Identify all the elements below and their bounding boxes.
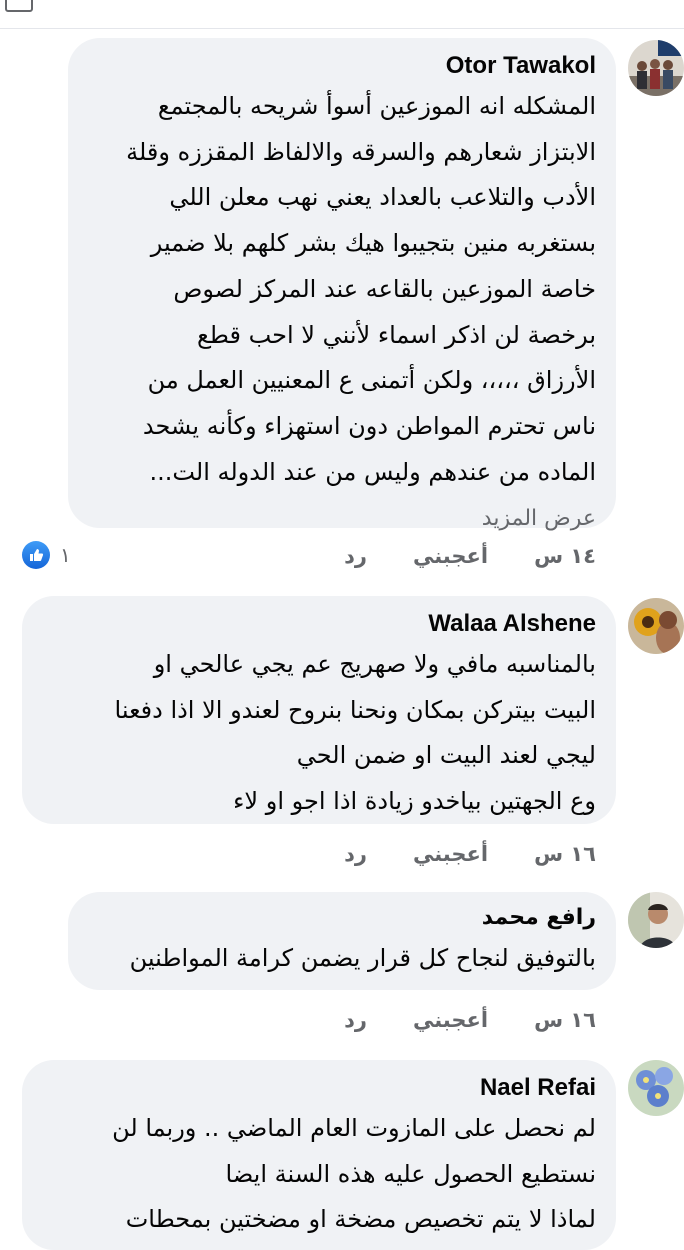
square-icon[interactable] xyxy=(5,0,33,12)
thumbs-up-icon xyxy=(22,541,50,569)
comment-actions: ١٦ س أعجبني رد xyxy=(298,842,596,866)
like-button[interactable]: أعجبني xyxy=(413,1008,488,1032)
comment-actions: ١٤ س أعجبني رد xyxy=(298,544,596,568)
avatar-nael-refai[interactable] xyxy=(628,1060,684,1116)
reaction-count: ١ xyxy=(60,543,71,567)
reply-button[interactable]: رد xyxy=(344,842,367,866)
comment-time[interactable]: ١٦ س xyxy=(534,1008,596,1032)
comment-actions: ١٦ س أعجبني رد xyxy=(298,1008,596,1032)
comment-bubble: Nael Refai لم نحصل على المازوت العام الم… xyxy=(22,1060,616,1250)
person-photo-icon xyxy=(628,892,684,948)
comment-text: بالتوفيق لنجاح كل قرار يضمن كرامة المواط… xyxy=(129,944,596,972)
see-more-link[interactable]: عرض المزيد xyxy=(90,499,596,539)
reaction-badge[interactable]: ١ xyxy=(22,540,71,570)
avatar-walaa-alshene[interactable] xyxy=(628,598,684,654)
top-partial-row xyxy=(0,0,684,29)
flowers-photo-icon xyxy=(628,1060,684,1116)
comment-text: المشكله انه الموزعين أسوأ شريحه بالمجتمع… xyxy=(126,92,596,486)
group-photo-icon xyxy=(628,40,684,96)
like-button[interactable]: أعجبني xyxy=(413,544,488,568)
like-button[interactable]: أعجبني xyxy=(413,842,488,866)
sunflower-photo-icon xyxy=(628,598,684,654)
comment-author[interactable]: Otor Tawakol xyxy=(90,50,596,82)
comment-bubble: Otor Tawakol المشكله انه الموزعين أسوأ ش… xyxy=(68,38,616,531)
comment-time[interactable]: ١٤ س xyxy=(534,544,596,568)
reply-button[interactable]: رد xyxy=(344,544,367,568)
comment-text: بالمناسبه مافي ولا صهريج عم يجي عالحي او… xyxy=(114,650,596,816)
comment-time[interactable]: ١٦ س xyxy=(534,842,596,866)
reply-button[interactable]: رد xyxy=(344,1008,367,1032)
comment-author[interactable]: رافع محمد xyxy=(90,902,596,934)
comment-text: لم نحصل على المازوت العام الماضي .. وربم… xyxy=(112,1114,596,1234)
comment-bubble: Walaa Alshene بالمناسبه مافي ولا صهريج ع… xyxy=(22,596,616,824)
avatar-otor-tawakol[interactable] xyxy=(628,40,684,96)
avatar-rafe-mohammad[interactable] xyxy=(628,892,684,948)
comment-bubble: رافع محمد بالتوفيق لنجاح كل قرار يضمن كر… xyxy=(68,892,616,990)
comment-author[interactable]: Walaa Alshene xyxy=(44,608,596,640)
comment-author[interactable]: Nael Refai xyxy=(44,1072,596,1104)
